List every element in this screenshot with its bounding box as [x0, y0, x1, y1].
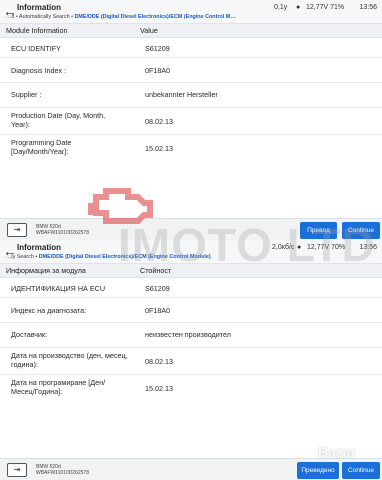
bottom-footer: ⇥ BMW 520d WBAFW11010D262578 Преведено C… [0, 458, 382, 480]
table-header: Module Information Value [0, 24, 382, 38]
bottom-header: ← Information …ly Search • DME/DDE (Digi… [0, 240, 382, 264]
row-value: 0F18A0 [145, 306, 171, 315]
breadcrumb-prefix: …ly Search • [6, 254, 39, 260]
row-value: unbekannter Hersteller [145, 90, 218, 99]
row-label: ECU IDENTIFY [11, 44, 61, 53]
page-title: Information [17, 3, 61, 12]
table-row: ECU IDENTIFY S61209 [0, 38, 382, 58]
column-header-value: Value [140, 26, 158, 35]
column-header-module: Информация за модула [6, 266, 86, 275]
breadcrumb-prefix: …8 • Automatically Search • [6, 14, 75, 20]
vehicle-vin: WBAFW11010D262578 [36, 470, 89, 476]
row-value: неизвестен производител [145, 330, 231, 339]
bazar-logo: Bazar [318, 444, 357, 460]
column-header-value: Стойност [140, 266, 172, 275]
row-label: Доставчик: [11, 330, 48, 339]
page-title: Information [17, 243, 61, 252]
status-network: 2,0кб/с [272, 244, 295, 251]
wifi-icon: ● [297, 244, 302, 251]
status-time: 13:56 [359, 244, 377, 251]
column-header-module: Module Information [6, 26, 68, 35]
breadcrumb: …8 • Automatically Search • DME/DDE (Dig… [6, 14, 236, 20]
row-value: 15.02.13 [145, 144, 173, 153]
status-network: 0,1у [274, 4, 288, 11]
table-row: Programming Date [Day/Month/Year]: 15.02… [0, 135, 382, 162]
row-value: 08.02.13 [145, 357, 173, 366]
row-label: Дата на производство (ден, месец, година… [11, 351, 128, 369]
table-row: Production Date (Day, Month, Year): 08.0… [0, 108, 382, 135]
status-time: 13:56 [359, 4, 377, 11]
row-value: 15.02.13 [145, 384, 173, 393]
translated-button[interactable]: Преведено [297, 462, 339, 479]
top-footer: ⇥ BMW 520d WBAFW11010D262578 Превод Cont… [0, 218, 382, 240]
row-label: Production Date (Day, Month, Year): [11, 111, 106, 129]
status-battery: 12,77V 70% [307, 244, 346, 251]
table-row: Supplier : unbekannter Hersteller [0, 83, 382, 108]
vehicle-vin: WBAFW11010D262578 [36, 230, 89, 236]
table-row: Diagnosis Index : 0F18A0 [0, 58, 382, 83]
exit-icon[interactable]: ⇥ [7, 463, 27, 477]
breadcrumb: …ly Search • DME/DDE (Digital Diesel Ele… [6, 254, 211, 260]
row-value: S61209 [145, 44, 170, 53]
row-value: 08.02.13 [145, 117, 173, 126]
table-row: Дата на производство (ден, месец, година… [0, 348, 382, 375]
row-value: 0F18A0 [145, 66, 171, 75]
table-row: Индекс на диагнозата: 0F18A0 [0, 298, 382, 323]
row-label: Supplier : [11, 90, 42, 99]
continue-button[interactable]: Continue [342, 222, 380, 239]
table-header: Информация за модула Стойност [0, 264, 382, 278]
table-row: Дата на програмиране [Ден/Месец/Година]:… [0, 375, 382, 402]
exit-icon[interactable]: ⇥ [7, 223, 27, 237]
row-value: S61209 [145, 284, 170, 293]
table-row: ИДЕНТИФИКАЦИЯ НА ECU S61209 [0, 278, 382, 298]
breadcrumb-current[interactable]: DME/DDE (Digital Diesel Electronics)/ECM… [39, 254, 211, 260]
row-label: Дата на програмиране [Ден/Месец/Година]: [11, 378, 106, 396]
row-label: Programming Date [Day/Month/Year]: [11, 138, 72, 156]
translate-button[interactable]: Превод [300, 222, 337, 239]
row-label: ИДЕНТИФИКАЦИЯ НА ECU [11, 284, 106, 293]
top-header: ← Information …8 • Automatically Search … [0, 0, 382, 24]
table-row: Доставчик: неизвестен производител [0, 323, 382, 348]
row-label: Индекс на диагнозата: [11, 306, 87, 315]
continue-button[interactable]: Continue [342, 462, 380, 479]
status-battery: 12,77V 71% [306, 4, 345, 11]
row-label: Diagnosis Index : [11, 66, 67, 75]
wifi-icon: ● [296, 4, 301, 11]
top-screen: ← Information …8 • Automatically Search … [0, 0, 382, 240]
